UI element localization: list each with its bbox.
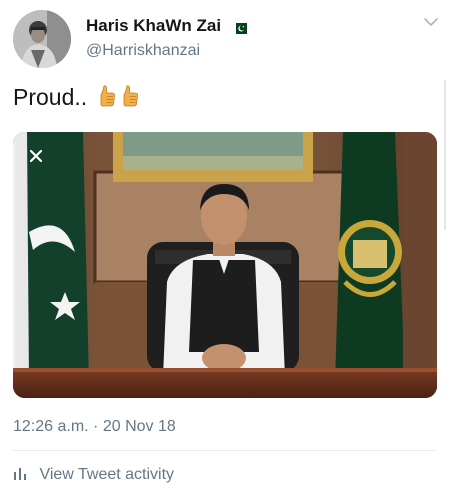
tweet-card: Haris KhaWn Zai @Harriskhanzai Proud.. 1… [0,0,450,496]
scroll-edge [444,80,446,230]
close-icon[interactable] [28,148,44,164]
chevron-down-icon[interactable] [423,16,439,28]
tweet-timestamp[interactable]: 12:26 a.m. · 20 Nov 18 [13,418,176,436]
view-tweet-activity-label: View Tweet activity [39,466,175,483]
display-name-text: Haris KhaWn Zai [86,16,222,35]
tweet-text: Proud.. [13,84,140,111]
thumbs-up-emoji [100,85,115,107]
tweet-text-content: Proud.. [13,84,88,110]
thumbs-up-emoji [123,85,138,107]
bar-chart-icon [14,468,26,480]
avatar[interactable] [13,10,71,68]
view-tweet-activity-link[interactable]: View Tweet activity [13,466,174,488]
user-handle[interactable]: @Harriskhanzai [86,42,200,60]
tweet-image[interactable] [13,132,437,398]
pakistan-flag-icon [231,19,247,35]
display-name[interactable]: Haris KhaWn Zai [86,16,247,36]
divider [13,450,437,451]
